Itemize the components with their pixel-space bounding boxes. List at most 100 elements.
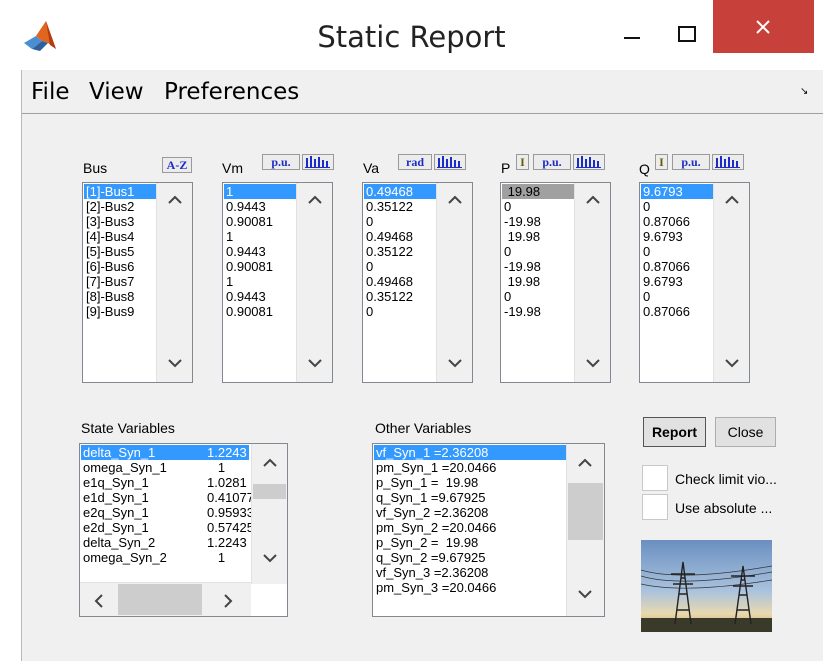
list-item[interactable]: delta_Syn_2 1.2243 bbox=[81, 535, 249, 550]
p-listbox[interactable]: 19.98 0 -19.98 19.98 0 -19.98 19.98 0 -1… bbox=[500, 182, 611, 383]
list-item[interactable]: q_Syn_1 =9.67925 bbox=[374, 490, 566, 505]
list-item[interactable]: 1 bbox=[224, 229, 296, 244]
list-item[interactable]: e2q_Syn_1 0.95933 bbox=[81, 505, 254, 520]
list-item[interactable]: 0.9443 bbox=[224, 244, 296, 259]
list-item[interactable]: [5]-Bus5 bbox=[84, 244, 156, 259]
list-item[interactable]: delta_Syn_1 1.2243 bbox=[81, 445, 249, 460]
q-unit-button[interactable]: p.u. bbox=[672, 154, 710, 170]
list-item[interactable]: 0.49468 bbox=[364, 184, 436, 199]
list-item[interactable]: 0.35122 bbox=[364, 244, 436, 259]
list-item[interactable]: [3]-Bus3 bbox=[84, 214, 156, 229]
minimize-button[interactable] bbox=[612, 20, 652, 50]
list-item[interactable]: 1 bbox=[224, 184, 296, 199]
list-item[interactable]: 9.6793 bbox=[641, 184, 713, 199]
list-item[interactable]: e2d_Syn_1 0.57425 bbox=[81, 520, 254, 535]
list-item[interactable]: 0.87066 bbox=[641, 304, 713, 319]
list-item[interactable]: pm_Syn_1 =20.0466 bbox=[374, 460, 566, 475]
close-window-button[interactable] bbox=[713, 0, 814, 53]
list-item[interactable]: 0.90081 bbox=[224, 304, 296, 319]
list-item[interactable]: 9.6793 bbox=[641, 274, 713, 289]
menu-preferences[interactable]: Preferences bbox=[164, 79, 299, 105]
list-item[interactable]: [2]-Bus2 bbox=[84, 199, 156, 214]
chevron-up-icon[interactable] bbox=[308, 195, 322, 204]
list-item[interactable]: 0.90081 bbox=[224, 259, 296, 274]
p-plot-button[interactable] bbox=[573, 154, 605, 170]
menu-file[interactable]: File bbox=[31, 79, 70, 105]
chevron-down-icon[interactable] bbox=[168, 359, 182, 368]
list-item[interactable]: 0.49468 bbox=[364, 274, 436, 289]
chevron-down-icon[interactable] bbox=[725, 359, 739, 368]
vertical-scrollbar[interactable] bbox=[574, 183, 610, 382]
list-item[interactable]: p_Syn_2 = 19.98 bbox=[374, 535, 566, 550]
list-item[interactable]: 0 bbox=[641, 289, 713, 304]
chevron-down-icon[interactable] bbox=[448, 359, 462, 368]
list-item[interactable]: -19.98 bbox=[502, 259, 574, 274]
q-current-button[interactable]: I bbox=[655, 154, 668, 170]
list-item[interactable]: 19.98 bbox=[502, 274, 574, 289]
chevron-up-icon[interactable] bbox=[168, 195, 182, 204]
list-item[interactable]: -19.98 bbox=[502, 304, 574, 319]
list-item[interactable]: 19.98 bbox=[502, 184, 574, 199]
list-item[interactable]: 0 bbox=[364, 214, 436, 229]
list-item[interactable]: 0 bbox=[641, 199, 713, 214]
list-item[interactable]: 0.35122 bbox=[364, 199, 436, 214]
chevron-down-icon[interactable] bbox=[263, 554, 277, 563]
vm-plot-button[interactable] bbox=[302, 154, 334, 170]
list-item[interactable]: [4]-Bus4 bbox=[84, 229, 156, 244]
vertical-scrollbar[interactable] bbox=[251, 444, 287, 584]
vertical-scrollbar[interactable] bbox=[566, 444, 604, 616]
list-item[interactable]: omega_Syn_2 1 bbox=[81, 550, 249, 565]
list-item[interactable]: 0.35122 bbox=[364, 289, 436, 304]
list-item[interactable]: vf_Syn_3 =2.36208 bbox=[374, 565, 566, 580]
vertical-scrollbar[interactable] bbox=[296, 183, 332, 382]
list-item[interactable]: 0.9443 bbox=[224, 289, 296, 304]
list-item[interactable]: p_Syn_1 = 19.98 bbox=[374, 475, 566, 490]
chevron-up-icon[interactable] bbox=[586, 195, 600, 204]
scroll-thumb[interactable] bbox=[568, 483, 603, 540]
use-absolute-checkbox[interactable] bbox=[642, 494, 668, 520]
list-item[interactable]: 0 bbox=[364, 259, 436, 274]
q-listbox[interactable]: 9.6793 0 0.87066 9.6793 0 0.87066 9.6793… bbox=[639, 182, 750, 383]
list-item[interactable]: [7]-Bus7 bbox=[84, 274, 156, 289]
list-item[interactable]: e1d_Syn_1 0.41077 bbox=[81, 490, 254, 505]
vm-listbox[interactable]: 1 0.9443 0.90081 1 0.9443 0.90081 1 0.94… bbox=[222, 182, 333, 383]
va-unit-button[interactable]: rad bbox=[398, 154, 432, 170]
list-item[interactable]: e1q_Syn_1 1.0281 bbox=[81, 475, 249, 490]
list-item[interactable]: [9]-Bus9 bbox=[84, 304, 156, 319]
vertical-scrollbar[interactable] bbox=[156, 183, 192, 382]
vertical-scrollbar[interactable] bbox=[436, 183, 472, 382]
chevron-down-icon[interactable] bbox=[308, 359, 322, 368]
list-item[interactable]: 9.6793 bbox=[641, 229, 713, 244]
chevron-up-icon[interactable] bbox=[725, 195, 739, 204]
list-item[interactable]: [6]-Bus6 bbox=[84, 259, 156, 274]
scroll-thumb[interactable] bbox=[253, 484, 286, 499]
list-item[interactable]: 0 bbox=[364, 304, 436, 319]
list-item[interactable]: vf_Syn_1 =2.36208 bbox=[374, 445, 566, 460]
horizontal-scrollbar[interactable] bbox=[80, 582, 251, 616]
list-item[interactable]: -19.98 bbox=[502, 214, 574, 229]
list-item[interactable]: 19.98 bbox=[502, 229, 574, 244]
vm-unit-button[interactable]: p.u. bbox=[262, 154, 300, 170]
chevron-up-icon[interactable] bbox=[448, 195, 462, 204]
chevron-down-icon[interactable] bbox=[578, 590, 592, 599]
other-variables-listbox[interactable]: vf_Syn_1 =2.36208 pm_Syn_1 =20.0466 p_Sy… bbox=[372, 443, 605, 617]
chevron-left-icon[interactable] bbox=[94, 594, 103, 608]
list-item[interactable]: pm_Syn_2 =20.0466 bbox=[374, 520, 566, 535]
check-limit-checkbox[interactable] bbox=[642, 465, 668, 491]
list-item[interactable]: [1]-Bus1 bbox=[84, 184, 156, 199]
scroll-thumb[interactable] bbox=[118, 584, 202, 615]
list-item[interactable]: [8]-Bus8 bbox=[84, 289, 156, 304]
va-listbox[interactable]: 0.49468 0.35122 0 0.49468 0.35122 0 0.49… bbox=[362, 182, 473, 383]
menu-view[interactable]: View bbox=[89, 79, 144, 105]
list-item[interactable]: 0.87066 bbox=[641, 259, 713, 274]
chevron-down-icon[interactable] bbox=[586, 359, 600, 368]
p-unit-button[interactable]: p.u. bbox=[533, 154, 571, 170]
list-item[interactable]: 0 bbox=[502, 289, 574, 304]
q-plot-button[interactable] bbox=[712, 154, 744, 170]
list-item[interactable]: pm_Syn_3 =20.0466 bbox=[374, 580, 566, 595]
list-item[interactable]: 1 bbox=[224, 274, 296, 289]
state-variables-listbox[interactable]: delta_Syn_1 1.2243 omega_Syn_1 1 e1q_Syn_… bbox=[79, 443, 288, 617]
list-item[interactable]: q_Syn_2 =9.67925 bbox=[374, 550, 566, 565]
p-current-button[interactable]: I bbox=[516, 154, 529, 170]
list-item[interactable]: 0.9443 bbox=[224, 199, 296, 214]
